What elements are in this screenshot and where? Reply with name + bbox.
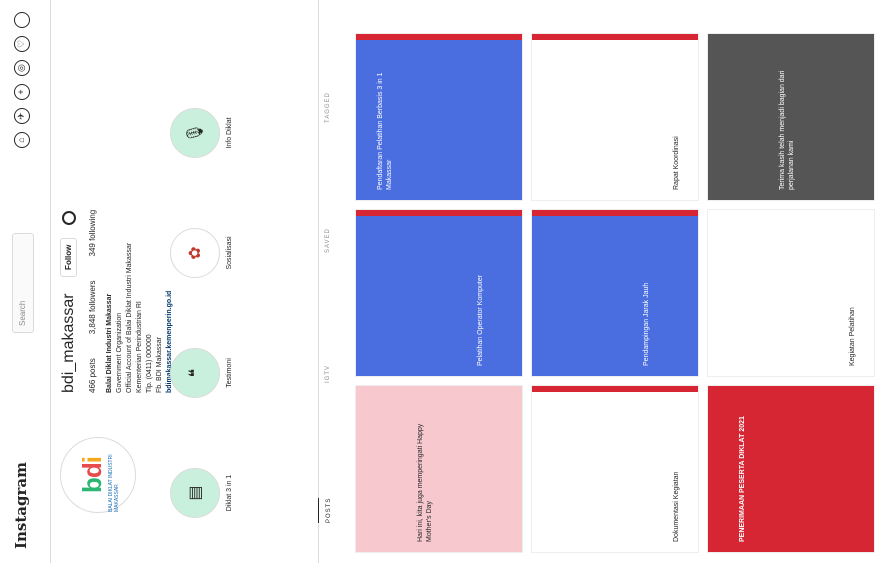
post-thumbnail[interactable]: Pendampingan Jarak Jauh [531, 209, 699, 377]
profile-avatar-icon[interactable] [14, 12, 30, 28]
story-highlights: ▤ Diklat 3 in 1 ❝ Testimoni ✿ Sosialisas… [170, 43, 260, 523]
post-thumbnail[interactable]: Terima kasih telah menjadi bagian dari p… [707, 33, 875, 201]
post-caption: Dokumentasi Kegiatan [673, 471, 680, 542]
activity-icon[interactable]: ♡ [14, 36, 30, 52]
explore-icon[interactable]: ◎ [14, 60, 30, 76]
tab-tagged[interactable]: TAGGED [325, 92, 331, 123]
highlight-label: Testimoni [226, 358, 233, 388]
top-navigation-bar: Instagram Search ⌂ ✈ + ◎ ♡ [0, 0, 51, 563]
post-thumbnail[interactable]: Dokumentasi Kegiatan [531, 385, 699, 553]
bio-line: Tlp. (0411) 000000 [146, 334, 153, 393]
post-thumbnail[interactable]: Kegiatan Pelatihan [707, 209, 875, 377]
post-caption: Kegiatan Pelatihan [849, 307, 856, 366]
post-thumbnail[interactable]: Pendaftaran Pelatihan Berbasis 3 in 1 Ma… [355, 33, 523, 201]
nav-icons: ⌂ ✈ + ◎ ♡ [14, 12, 30, 148]
bio-line: Fb. BDI Makassar [156, 336, 163, 393]
posts-count: 466 posts [88, 358, 97, 393]
mic-icon: 🎙 [170, 108, 220, 158]
book-icon: ▤ [170, 468, 220, 518]
new-post-icon[interactable]: + [14, 84, 30, 100]
post-caption: Pelatihan Operator Komputer [477, 274, 484, 366]
post-thumbnail[interactable]: Hari ini, kita juga memperingati Happy M… [355, 385, 523, 553]
flower-icon: ✿ [170, 228, 220, 278]
post-side-strip [532, 34, 698, 40]
bio-name: Balai Diklat Industri Makassar [106, 293, 113, 393]
profile-tabs: POSTS IGTV SAVED TAGGED [318, 0, 349, 563]
post-caption: Pendaftaran Pelatihan Berbasis 3 in 1 Ma… [377, 72, 393, 190]
posts-grid: Hari ini, kita juga memperingati Happy M… [355, 33, 885, 553]
search-input[interactable]: Search [12, 233, 34, 333]
post-caption: Terima kasih telah menjadi bagian dari p… [779, 70, 795, 190]
profile-stats: 466 posts 3,848 followers 349 following [88, 53, 97, 393]
tab-saved[interactable]: SAVED [325, 228, 331, 253]
bio-line: Official Account of Balai Diklat Industr… [126, 242, 133, 393]
bdi-logo: bdi [76, 457, 107, 494]
post-caption: PENERIMAAN PESERTA DIKLAT 2021 [739, 416, 746, 542]
post-thumbnail[interactable]: Rapat Koordinasi [531, 33, 699, 201]
options-icon[interactable] [61, 211, 76, 226]
follow-button[interactable]: Follow [60, 237, 78, 277]
quote-icon: ❝ [170, 348, 220, 398]
following-count[interactable]: 349 following [88, 210, 97, 257]
highlight-label: Diklat 3 in 1 [226, 474, 233, 512]
bio-line: Government Organization [116, 312, 123, 393]
post-thumbnail[interactable]: Pelatihan Operator Komputer [355, 209, 523, 377]
highlight-label: Sosialisasi [226, 236, 233, 270]
post-side-strip [356, 210, 522, 216]
highlight-item[interactable]: ▤ Diklat 3 in 1 [170, 463, 233, 523]
profile-avatar[interactable]: bdi BALAI DIKLAT INDUSTRI MAKASSAR [60, 437, 136, 513]
post-caption: Rapat Koordinasi [673, 136, 680, 190]
profile-info: bdi_makassar Follow 466 posts 3,848 foll… [60, 53, 175, 393]
highlight-item[interactable]: 🎙 Info Diklat [170, 103, 233, 163]
instagram-page: Instagram Search ⌂ ✈ + ◎ ♡ bdi BALAI DIK… [0, 0, 893, 563]
post-side-strip [356, 34, 522, 40]
highlight-item[interactable]: ✿ Sosialisasi [170, 223, 233, 283]
post-caption: Hari ini, kita juga memperingati Happy M… [417, 423, 433, 542]
post-thumbnail[interactable]: PENERIMAAN PESERTA DIKLAT 2021 [707, 385, 875, 553]
tab-igtv[interactable]: IGTV [325, 365, 331, 383]
direct-message-icon[interactable]: ✈ [14, 108, 30, 124]
home-icon[interactable]: ⌂ [14, 132, 30, 148]
avatar-subtitle: BALAI DIKLAT INDUSTRI MAKASSAR [107, 454, 120, 512]
bio-line: Kementerian Perindustrian RI [136, 301, 143, 393]
highlight-item[interactable]: ❝ Testimoni [170, 343, 233, 403]
post-side-strip [532, 386, 698, 392]
profile-username: bdi_makassar [60, 293, 77, 393]
followers-count[interactable]: 3,848 followers [88, 280, 97, 334]
tab-posts[interactable]: POSTS [318, 497, 332, 523]
highlight-label: Info Diklat [226, 117, 233, 149]
profile-bio: Balai Diklat Industri Makassar Governmen… [105, 53, 175, 393]
post-side-strip [532, 210, 698, 216]
instagram-logo[interactable]: Instagram [12, 462, 30, 549]
post-caption: Pendampingan Jarak Jauh [643, 282, 650, 366]
